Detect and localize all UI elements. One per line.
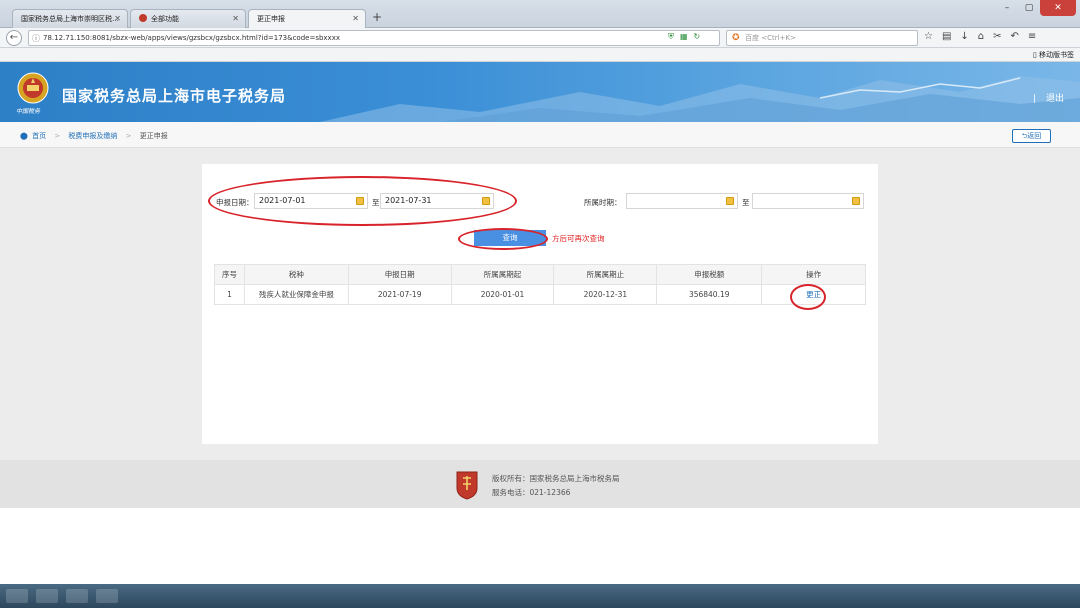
copyright-text: 版权所有：国家税务总局上海市税务局	[492, 474, 620, 483]
query-hint-text: 方后可再次查询	[552, 234, 605, 243]
return-label: 返回	[1027, 132, 1042, 140]
period-to-input[interactable]	[752, 193, 864, 209]
cell-amount: 356840.19	[656, 284, 763, 305]
window-controls: – ▢ ✕	[996, 0, 1076, 18]
tax-emblem-icon	[139, 14, 147, 22]
query-panel: 申报日期： 2021-07-01 至 2021-07-31 所属时期： 至 查询…	[202, 164, 878, 444]
chevron-right-icon: >	[125, 132, 132, 140]
tab-label: 国家税务总局上海市崇明区税…	[21, 15, 119, 23]
filing-records-table: 序号 税种 申报日期 所属属期起 所属属期止 申报税额 操作 1 残疾人就业保障…	[214, 264, 866, 305]
service-phone-text: 服务电话：021-12366	[492, 488, 571, 497]
url-text: 78.12.71.150:8081/sbzx-web/apps/views/gz…	[43, 34, 340, 42]
shield-icon[interactable]: ⛨▦↻	[668, 32, 706, 42]
start-icon[interactable]	[6, 589, 28, 603]
tax-shield-logo-icon	[456, 471, 478, 500]
close-icon[interactable]: ✕	[352, 14, 359, 23]
os-taskbar	[0, 584, 1080, 608]
close-icon[interactable]: ✕	[232, 14, 239, 23]
logout-area: | 退出	[1033, 91, 1064, 104]
breadcrumb-current: 更正申报	[139, 132, 168, 140]
cell-period-end: 2020-12-31	[553, 284, 658, 305]
return-button[interactable]: ⮌返回	[1012, 129, 1051, 143]
column-header: 所属属期起	[450, 264, 555, 285]
column-header: 序号	[214, 264, 245, 285]
breadcrumb-tax-filing[interactable]: 税费申报及缴纳	[68, 132, 117, 140]
breadcrumb-home[interactable]: 首页	[32, 132, 46, 140]
taskbar-app-icon[interactable]	[66, 589, 88, 603]
tab-label: 更正申报	[257, 15, 285, 23]
search-input[interactable]: ✪ 百度 <Ctrl+K>	[726, 30, 918, 46]
column-header: 税种	[243, 264, 349, 285]
site-header: 中国税务 国家税务总局上海市电子税务局 | 退出	[0, 62, 1080, 122]
back-arrow-icon[interactable]: ←	[6, 30, 22, 46]
site-footer: 版权所有：国家税务总局上海市税务局 服务电话：021-12366	[0, 460, 1080, 508]
bookmarks-bar: ▯ 移动版书签	[0, 48, 1080, 62]
site-title: 国家税务总局上海市电子税务局	[62, 87, 287, 105]
maximize-icon[interactable]: ▢	[1018, 0, 1040, 16]
logout-link[interactable]: 退出	[1046, 94, 1064, 104]
minimize-icon[interactable]: –	[996, 0, 1018, 16]
browser-nav-bar: ← ⓘ 78.12.71.150:8081/sbzx-web/apps/view…	[0, 28, 1080, 48]
window-close-icon[interactable]: ✕	[1040, 0, 1076, 16]
new-tab-button[interactable]: +	[372, 10, 382, 24]
tax-emblem-icon	[17, 72, 49, 104]
taskbar-app-icon[interactable]	[36, 589, 58, 603]
cell-no: 1	[214, 284, 245, 305]
cell-period-start: 2020-01-01	[450, 284, 555, 305]
cell-report-date: 2021-07-19	[347, 284, 452, 305]
column-header: 申报日期	[347, 264, 452, 285]
page-blank-area	[0, 508, 1080, 584]
taskbar-app-icon[interactable]	[96, 589, 118, 603]
close-icon[interactable]: ✕	[114, 14, 121, 23]
emblem-caption: 中国税务	[16, 108, 41, 115]
period-label: 所属时期：	[584, 198, 622, 207]
annotation-circle-correct-link	[790, 284, 826, 310]
table-header-row: 序号 税种 申报日期 所属属期起 所属属期止 申报税额 操作	[214, 264, 866, 285]
column-header: 操作	[761, 264, 866, 285]
tab-tax-bureau-chongming[interactable]: 国家税务总局上海市崇明区税… ✕	[12, 9, 128, 28]
annotation-circle-date-range	[208, 176, 517, 226]
period-to-label: 至	[742, 198, 750, 207]
address-bar[interactable]: ⓘ 78.12.71.150:8081/sbzx-web/apps/views/…	[28, 30, 720, 46]
tab-all-functions[interactable]: 全部功能 ✕	[130, 9, 246, 28]
calendar-icon[interactable]	[852, 197, 860, 205]
table-row: 1 残疾人就业保障金申报 2021-07-19 2020-01-01 2020-…	[214, 284, 866, 305]
location-pin-icon: ⬤	[20, 132, 28, 140]
breadcrumb-bar: ⬤ 首页 > 税费申报及缴纳 > 更正申报 ⮌返回	[0, 122, 1080, 148]
mobile-bookmarks[interactable]: ▯ 移动版书签	[1033, 50, 1074, 60]
separator: |	[1032, 94, 1036, 104]
tab-label: 全部功能	[151, 15, 179, 23]
column-header: 申报税额	[656, 264, 763, 285]
annotation-circle-query-button	[458, 228, 548, 250]
browser-tab-bar: 国家税务总局上海市崇明区税… ✕ 全部功能 ✕ 更正申报 ✕ + – ▢ ✕	[0, 0, 1080, 29]
search-placeholder: 百度 <Ctrl+K>	[745, 34, 796, 42]
period-from-input[interactable]	[626, 193, 738, 209]
cell-tax-type: 残疾人就业保障金申报	[243, 284, 349, 305]
calendar-icon[interactable]	[726, 197, 734, 205]
tab-correction-filing[interactable]: 更正申报 ✕	[248, 9, 366, 29]
column-header: 所属属期止	[553, 264, 658, 285]
search-icon: ✪	[732, 33, 740, 43]
toolbar-icons[interactable]: ☆▤↓⌂✂↶≡	[924, 31, 1045, 42]
mountain-backdrop	[320, 76, 1080, 122]
breadcrumb: ⬤ 首页 > 税费申报及缴纳 > 更正申报	[20, 131, 168, 141]
chevron-right-icon: >	[54, 132, 61, 140]
info-icon: ⓘ	[32, 34, 40, 43]
